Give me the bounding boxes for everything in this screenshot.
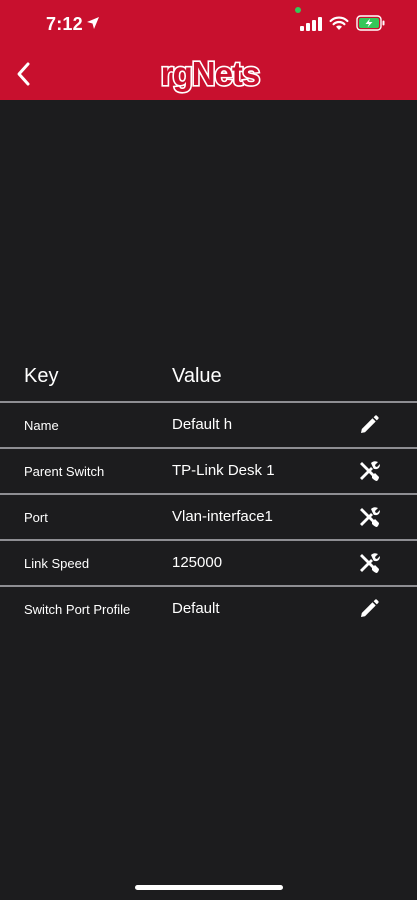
row-value: Default [172, 600, 220, 617]
row-value: TP-Link Desk 1 [172, 462, 275, 479]
value-column-header: Value [172, 365, 222, 387]
row-key: Switch Port Profile [24, 602, 131, 617]
status-bar: 7:12 [0, 0, 417, 48]
app-screen: 7:12 rgNets rgNets Key Value Name Defaul… [0, 0, 417, 900]
location-arrow-icon [87, 17, 99, 29]
table-row-switch-port-profile: Switch Port Profile Default [0, 585, 417, 631]
wifi-icon [329, 16, 349, 30]
camera-indicator-dot [295, 7, 301, 13]
row-key: Link Speed [24, 556, 90, 571]
key-value-list: Name Default h Parent Switch TP-Link Des… [0, 401, 417, 631]
row-key: Port [24, 510, 48, 525]
table-header: Key Value [0, 360, 417, 400]
table-row-parent-switch: Parent Switch TP-Link Desk 1 [0, 447, 417, 493]
tools-icon[interactable] [358, 552, 380, 574]
status-time: 7:12 [46, 14, 83, 34]
battery-charging-icon [356, 15, 385, 31]
app-header: 7:12 rgNets rgNets [0, 0, 417, 100]
tools-icon[interactable] [358, 506, 380, 528]
home-indicator[interactable] [135, 885, 283, 890]
svg-text:rgNets: rgNets [161, 55, 260, 92]
row-value: 125000 [172, 554, 223, 571]
cellular-signal-icon [300, 17, 322, 31]
row-key: Name [24, 418, 59, 433]
row-value: Default h [172, 416, 233, 433]
tools-icon[interactable] [358, 460, 380, 482]
row-key: Parent Switch [24, 464, 105, 479]
table-row-name: Name Default h [0, 401, 417, 447]
rgnets-logo: rgNets rgNets [159, 53, 262, 93]
pencil-icon[interactable] [358, 414, 380, 436]
table-row-link-speed: Link Speed 125000 [0, 539, 417, 585]
pencil-icon[interactable] [358, 598, 380, 620]
nav-bar: rgNets rgNets [0, 48, 417, 100]
back-button[interactable] [10, 58, 38, 90]
key-column-header: Key [24, 365, 59, 387]
row-value: Vlan-interface1 [172, 508, 273, 525]
table-row-port: Port Vlan-interface1 [0, 493, 417, 539]
